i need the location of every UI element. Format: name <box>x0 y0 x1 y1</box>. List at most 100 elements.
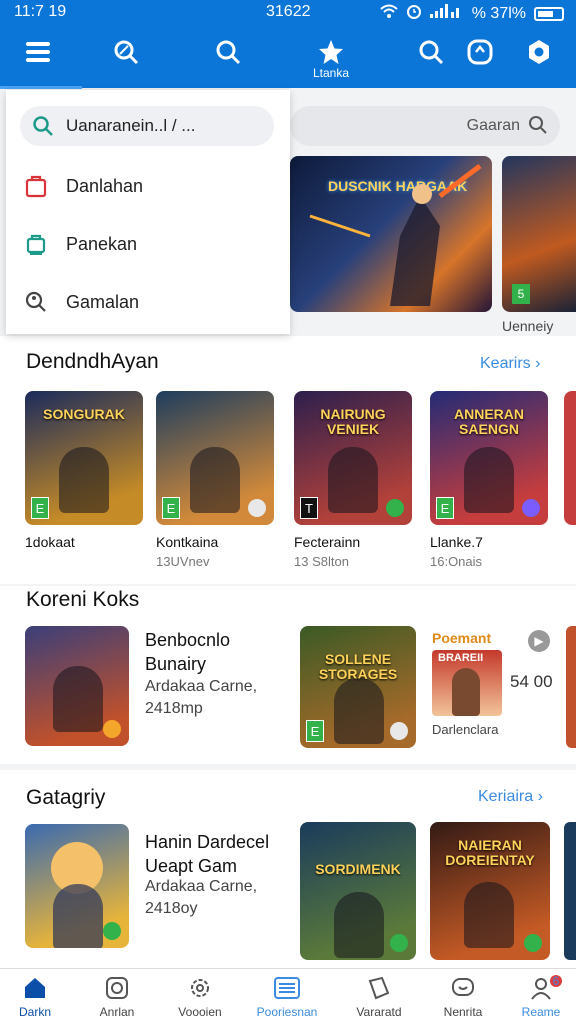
platform-icon <box>390 934 408 952</box>
section-title: Koreni Koks <box>26 588 140 611</box>
game-meta: Ardakaa Carne, 2418mp <box>145 678 258 717</box>
game-tile[interactable]: NAIRUNG VENIEK T <box>294 391 412 525</box>
game-tile[interactable]: SORDIMENK <box>300 822 416 960</box>
game-meta: 13 S8lton <box>294 554 349 569</box>
search-icon <box>528 115 548 140</box>
star-icon[interactable] <box>315 36 347 68</box>
character-art <box>464 447 514 513</box>
game-tile[interactable]: ANNERAN SAENGN E <box>430 391 548 525</box>
nav-label: Pooriesnan <box>256 1005 318 1019</box>
search-bar[interactable]: Gaaran <box>290 106 560 146</box>
dropdown-item-label: Panekan <box>66 233 138 254</box>
promo-image[interactable]: BRAREII <box>432 650 502 716</box>
bottom-navigation: Darkn Anrlan Voooien Pooriesnan Vararatd… <box>0 968 576 1024</box>
status-time: 11:7 19 <box>14 3 67 20</box>
dropdown-item-downloads[interactable]: Danlahan <box>22 166 272 206</box>
hero-banner-secondary[interactable]: 5 <box>502 156 576 312</box>
menu-icon[interactable] <box>22 36 54 68</box>
nav-home[interactable]: Darkn <box>0 973 76 1021</box>
wifi-icon <box>380 4 398 23</box>
signal-icon <box>429 4 464 23</box>
character-art <box>334 892 384 958</box>
bag-icon <box>22 172 50 200</box>
nav-label: Darkn <box>18 1005 51 1019</box>
game-meta: 13UVnev <box>156 554 210 569</box>
game-thumbnail[interactable] <box>25 626 129 746</box>
alarm-icon <box>406 3 422 24</box>
status-bar: 11:7 19 31622 % 37l% <box>0 0 576 26</box>
dropdown-search-box[interactable] <box>20 106 274 146</box>
game-title[interactable]: Benbocnlo Bunairy <box>145 628 230 677</box>
section-title: Gatagriy <box>26 786 106 809</box>
game-thumbnail[interactable] <box>25 824 129 948</box>
notification-badge: 6 <box>550 975 562 987</box>
active-tab-indicator <box>0 86 82 89</box>
game-name: 1dokaat <box>25 534 75 550</box>
hero-caption: Uenneiy <box>502 318 554 334</box>
user-search-icon <box>22 288 50 316</box>
dropdown-item-label: Gamalan <box>66 291 140 312</box>
rating-badge: E <box>306 720 324 742</box>
status-icons: % 37l% <box>380 3 564 24</box>
nav-camera[interactable]: Anrlan <box>76 973 158 1021</box>
search-alt-icon[interactable] <box>415 36 447 68</box>
game-tile[interactable]: SOLLENE STORAGES E <box>300 626 416 748</box>
character-art <box>59 447 109 513</box>
game-tile-partial[interactable] <box>566 626 576 748</box>
game-name: Llanke.7 <box>430 534 483 550</box>
home-icon <box>0 973 76 1003</box>
nav-label: Nenrita <box>443 1005 483 1019</box>
search-icon <box>32 115 54 142</box>
settings-icon[interactable] <box>523 36 555 68</box>
game-name: Kontkaina <box>156 534 219 550</box>
promo-price: 54 00 <box>510 672 553 691</box>
nav-label: Voooien <box>178 1005 222 1019</box>
nav-chat[interactable]: Nenrita <box>422 973 504 1021</box>
dropdown-item-store[interactable]: Panekan <box>22 224 272 264</box>
game-meta: 16:Onais <box>430 554 483 569</box>
status-clock: 31622 <box>266 3 311 20</box>
game-tile[interactable]: E <box>156 391 274 525</box>
nav-settings[interactable]: Voooien <box>159 973 241 1021</box>
tag-icon <box>338 973 420 1003</box>
rating-badge: E <box>162 497 180 519</box>
nav-profile[interactable]: 6 Reame <box>500 973 576 1021</box>
character-art <box>328 447 378 513</box>
dropdown-search-input[interactable] <box>66 115 262 137</box>
character-art <box>190 447 240 513</box>
top-app-bar: Ltanka <box>0 26 576 88</box>
game-title[interactable]: Hanin Dardecel Ueapt Gam <box>145 830 269 879</box>
game-tile-partial[interactable] <box>564 391 576 525</box>
search-icon[interactable] <box>212 36 244 68</box>
explore-search-icon[interactable] <box>110 36 142 68</box>
character-art <box>464 882 514 948</box>
see-all-link[interactable]: Kearirs › <box>480 355 540 373</box>
camera-icon <box>76 973 158 1003</box>
game-tile[interactable]: SONGURAK E <box>25 391 143 525</box>
star-tab-label[interactable]: Ltanka <box>305 66 357 80</box>
character-art <box>53 884 103 948</box>
platform-icon <box>386 499 404 517</box>
see-all-link[interactable]: Keriaira › <box>478 788 543 806</box>
list-icon <box>246 973 328 1003</box>
hero-banner[interactable]: DUSCNIK HARGAAK <box>290 156 492 312</box>
search-dropdown-menu: Danlahan Panekan Gamalan <box>6 90 290 334</box>
notification-icon[interactable] <box>464 36 496 68</box>
dropdown-item-label: Danlahan <box>66 175 144 196</box>
rating-badge: 5 <box>512 284 530 304</box>
game-tile-partial[interactable] <box>564 822 576 960</box>
platform-icon <box>524 934 542 952</box>
nav-label: Reame <box>521 1005 561 1019</box>
shop-icon <box>22 230 50 258</box>
platform-icon <box>522 499 540 517</box>
platform-icon <box>390 722 408 740</box>
nav-library[interactable]: Pooriesnan <box>246 973 328 1021</box>
nav-label: Vararatd <box>356 1005 402 1019</box>
dropdown-item-games[interactable]: Gamalan <box>22 282 272 322</box>
game-name: Fecterainn <box>294 534 361 550</box>
platform-icon <box>248 499 266 517</box>
game-tile[interactable]: NAIERAN DOREIENTAY <box>430 822 550 960</box>
play-icon[interactable]: ▶ <box>528 630 550 652</box>
nav-deals[interactable]: Vararatd <box>338 973 420 1021</box>
gear-icon <box>159 973 241 1003</box>
